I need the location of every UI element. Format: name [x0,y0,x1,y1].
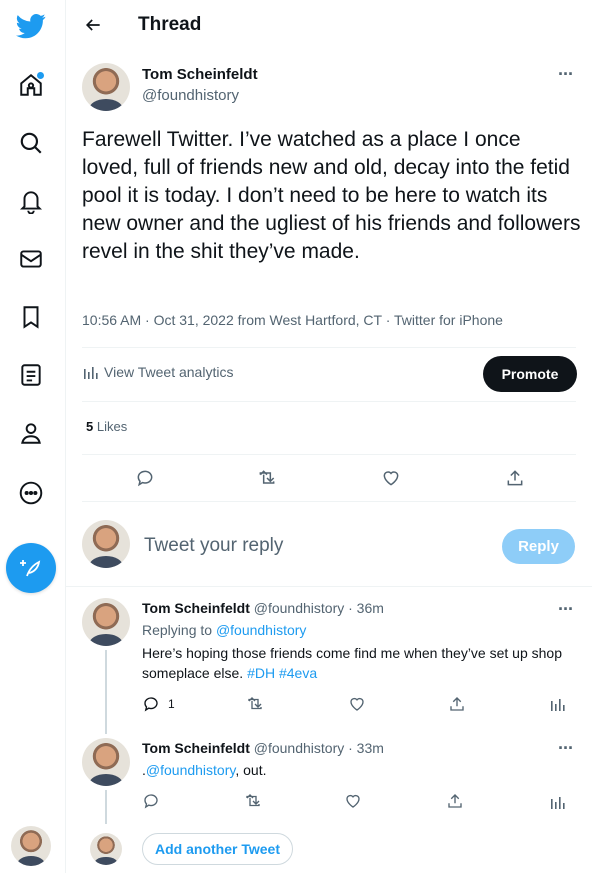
likes-count[interactable]: 5 Likes [86,419,127,434]
share-icon[interactable] [504,467,526,489]
profile-icon[interactable] [16,418,46,448]
mention-link[interactable]: @foundhistory [146,762,235,778]
divider [82,401,576,402]
reply-icon [144,697,158,712]
reply-button[interactable]: Reply [502,529,575,564]
add-tweet-avatar [90,833,122,865]
retweet-icon[interactable] [246,695,264,713]
share-icon[interactable] [446,792,464,810]
divider [82,347,576,348]
analytics-bars-icon [84,367,98,379]
tweet-meta: 10:56 AM · Oct 31, 2022 from West Hartfo… [82,312,503,328]
twitter-logo-icon[interactable] [16,11,46,41]
home-icon[interactable] [16,70,46,100]
reply-input[interactable]: Tweet your reply [144,535,283,557]
thread-column: Thread Tom Scheinfeldt @foundhistory ···… [66,0,592,873]
reply-text: Here’s hoping those friends come find me… [142,645,562,681]
view-analytics-link[interactable]: View Tweet analytics [82,364,233,380]
reply-avatar[interactable] [82,598,130,646]
reply-more-icon[interactable]: ··· [558,738,574,759]
lists-icon[interactable] [16,360,46,390]
divider [66,586,592,587]
author-name[interactable]: Tom Scheinfeldt [142,66,258,83]
analytics-bars-icon[interactable] [548,793,566,811]
compose-avatar [82,520,130,568]
analytics-label: View Tweet analytics [104,364,234,380]
share-icon[interactable] [448,695,466,713]
reply-reply-button[interactable]: 1 [142,694,175,714]
notification-dot [37,72,44,79]
thread-header: Thread [66,0,592,52]
compose-tweet-button[interactable] [6,543,56,593]
explore-icon[interactable] [16,128,46,158]
thread-connector [105,790,107,824]
like-heart-icon[interactable] [344,792,362,810]
reply-author[interactable]: Tom Scheinfeldt @foundhistory · 33m [142,740,384,756]
tweet-more-icon[interactable]: ··· [558,64,574,85]
reply-more-icon[interactable]: ··· [558,599,574,620]
hashtags-link[interactable]: #DH #4eva [247,665,317,681]
divider [82,454,576,455]
replying-to-handle[interactable]: @foundhistory [216,622,306,638]
bookmarks-icon[interactable] [16,302,46,332]
thread-connector [105,650,107,734]
page-title: Thread [138,14,202,35]
reply-icon[interactable] [134,467,156,489]
account-avatar[interactable] [11,826,51,866]
replying-to: Replying to @foundhistory [142,622,307,638]
messages-envelope-icon[interactable] [16,244,46,274]
retweet-icon[interactable] [256,467,278,489]
notifications-bell-icon[interactable] [16,186,46,216]
sidebar [0,0,66,873]
retweet-icon[interactable] [244,792,262,810]
reply-icon[interactable] [142,792,160,810]
more-options-icon[interactable] [16,478,46,508]
divider [82,501,576,502]
like-heart-icon[interactable] [348,695,366,713]
reply-text: .@foundhistory, out. [142,762,267,778]
reply-avatar[interactable] [82,738,130,786]
add-another-tweet-button[interactable]: Add another Tweet [142,833,293,865]
reply-author[interactable]: Tom Scheinfeldt @foundhistory · 36m [142,600,384,616]
analytics-bars-icon[interactable] [548,695,566,713]
like-heart-icon[interactable] [380,467,402,489]
tweet-text: Farewell Twitter. I’ve watched as a plac… [82,128,581,263]
author-avatar[interactable] [82,63,130,111]
promote-button[interactable]: Promote [483,356,577,392]
feather-plus-icon [20,560,41,577]
reply-count: 1 [168,697,175,711]
back-arrow-icon[interactable] [80,12,106,38]
author-handle[interactable]: @foundhistory [142,87,239,104]
